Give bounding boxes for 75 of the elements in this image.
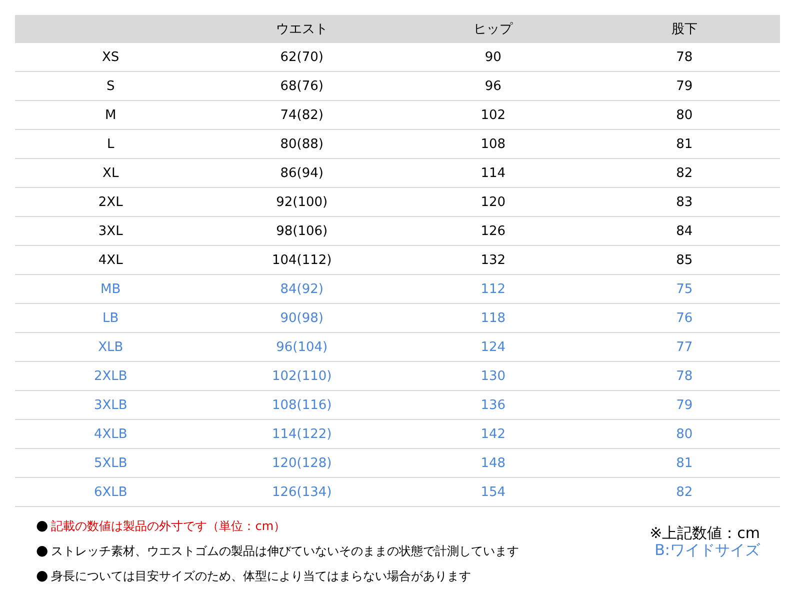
table-cell: 83	[676, 194, 693, 210]
table-cell: 78	[676, 50, 693, 64]
table-cell: 6XLB	[94, 484, 128, 500]
table-cell: 136	[480, 398, 506, 412]
table-cell: 98(106)	[276, 224, 328, 238]
table-cell: 79	[676, 78, 693, 94]
note-text: 記載の数値は製品の外寸です（単位：cm）	[51, 518, 286, 534]
table-cell: 80	[676, 426, 693, 442]
table-cell: M	[105, 108, 116, 122]
table-cell: XS	[102, 50, 120, 64]
table-cell: 148	[480, 456, 506, 470]
note-text: 身長については目安サイズのため、体型により当てはまらない場合があります	[51, 568, 472, 584]
column-header: ヒップ	[474, 21, 513, 38]
table-cell: 76	[676, 310, 693, 326]
table-cell: 90(98)	[280, 310, 324, 326]
table-cell: 108(116)	[272, 398, 332, 412]
table-cell: 130	[480, 368, 506, 384]
table-cell: 2XL	[98, 194, 123, 210]
table-cell: 62(70)	[280, 50, 324, 64]
table-cell: 154	[480, 484, 506, 500]
table-cell: 90	[484, 50, 502, 64]
table-cell: 112	[480, 282, 506, 296]
table-cell: 114	[480, 166, 506, 180]
table-cell: LB	[102, 310, 119, 326]
table-cell: 78	[676, 368, 693, 384]
table-cell: 120	[480, 194, 506, 210]
table-cell: 81	[676, 136, 693, 152]
column-header: 股下	[671, 21, 698, 38]
table-cell: 84(92)	[280, 282, 324, 296]
table-cell: XL	[102, 166, 119, 180]
table-cell: 96	[484, 78, 502, 94]
table-cell: 3XLB	[94, 398, 128, 412]
table-cell: 4XL	[98, 252, 123, 268]
table-cell: 84	[676, 224, 693, 238]
table-cell: 126(134)	[272, 484, 332, 500]
table-cell: S	[106, 78, 115, 94]
table-cell: 102(110)	[272, 368, 332, 384]
table-cell: 114(122)	[272, 426, 332, 442]
bullet-icon: ●	[36, 568, 48, 584]
table-cell: 92(100)	[276, 194, 328, 210]
table-cell: MB	[100, 282, 121, 296]
table-cell: 2XLB	[94, 368, 128, 384]
table-cell: 5XLB	[94, 456, 128, 470]
column-header: ウエスト	[276, 21, 328, 38]
table-cell: 80	[676, 108, 693, 122]
table-cell: 96(104)	[276, 340, 328, 354]
table-cell: 142	[480, 426, 506, 442]
table-cell: 132	[480, 252, 506, 268]
table-cell: 80(88)	[280, 136, 324, 152]
table-cell: 79	[676, 398, 693, 412]
table-cell: XLB	[98, 340, 124, 354]
table-cell: L	[107, 136, 114, 152]
legend-text: B:ワイドサイズ	[654, 542, 760, 559]
table-cell: 77	[676, 340, 693, 354]
table-cell: 82	[676, 484, 693, 500]
table-cell: 104(112)	[272, 252, 332, 268]
bullet-icon: ●	[36, 543, 48, 559]
table-cell: 75	[676, 282, 693, 296]
table-cell: 126	[480, 224, 506, 238]
table-cell: 74(82)	[280, 108, 324, 122]
table-cell: 120(128)	[272, 456, 332, 470]
table-cell: 124	[480, 340, 506, 354]
table-cell: 102	[480, 108, 506, 122]
legend-text: ※上記数値：cm	[650, 525, 760, 542]
table-cell: 82	[676, 166, 693, 180]
bullet-icon: ●	[36, 518, 48, 534]
table-cell: 85	[676, 252, 693, 268]
table-cell: 118	[480, 310, 506, 326]
table-cell: 108	[480, 136, 506, 152]
table-cell: 68(76)	[280, 78, 324, 94]
table-cell: 86(94)	[280, 166, 324, 180]
table-cell: 3XL	[98, 224, 123, 238]
table-cell: 4XLB	[94, 426, 128, 442]
table-cell: 81	[676, 456, 693, 470]
note-text: ストレッチ素材、ウエストゴムの製品は伸びていないそのままの状態で計測しています	[51, 542, 520, 560]
